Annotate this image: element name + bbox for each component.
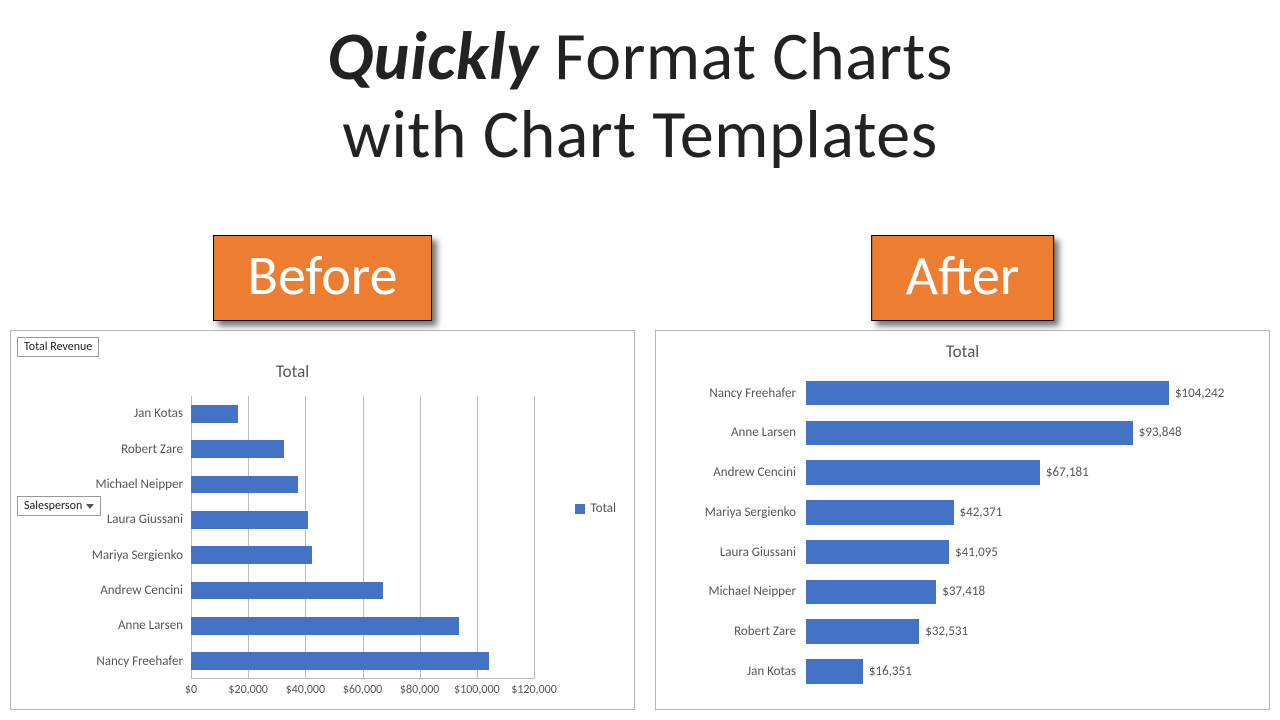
bar [806, 500, 954, 525]
bar-row: Andrew Cencini [191, 582, 534, 600]
bar-row: Anne Larsen [191, 617, 534, 635]
gridline [477, 396, 478, 679]
before-legend: Total [575, 501, 616, 516]
x-tick-label: $120,000 [511, 683, 557, 697]
category-label: Robert Zare [43, 440, 183, 458]
bar-row: Mariya Sergienko$42,371 [806, 500, 1189, 525]
gridline [534, 396, 535, 679]
bar-row: Robert Zare [191, 440, 534, 458]
after-column: After Total Nancy Freehafer$104,242Anne … [655, 235, 1270, 710]
pivot-field-values-label: Total Revenue [24, 340, 92, 354]
category-label: Andrew Cencini [43, 582, 183, 600]
category-label: Anne Larsen [656, 421, 796, 446]
after-chart-title: Total [656, 341, 1269, 362]
gridline [420, 396, 421, 679]
data-label: $67,181 [1040, 460, 1089, 485]
gridline [305, 396, 306, 679]
category-label: Michael Neipper [43, 476, 183, 494]
after-plot-area: Nancy Freehafer$104,242 Anne Larsen$93,84… [806, 376, 1189, 694]
category-label: Nancy Freehafer [43, 652, 183, 670]
category-label: Laura Giussani [656, 540, 796, 565]
bar [191, 617, 459, 635]
category-label: Laura Giussani [43, 511, 183, 529]
after-chart: Total Nancy Freehafer$104,242Anne Larsen… [655, 330, 1270, 710]
bar [806, 540, 949, 565]
x-tick-label: $20,000 [228, 683, 268, 697]
category-label: Anne Larsen [43, 617, 183, 635]
bar-row: Nancy Freehafer [191, 652, 534, 670]
bar-row: Laura Giussani$41,095 [806, 540, 1189, 565]
gridline [191, 396, 192, 679]
bar [191, 476, 298, 494]
headline-line1: Quickly Format Charts [0, 18, 1280, 96]
bar [191, 582, 383, 600]
data-label: $42,371 [954, 500, 1003, 525]
data-label: $37,418 [936, 580, 985, 605]
bar-row: Nancy Freehafer$104,242 [806, 381, 1189, 406]
category-label: Nancy Freehafer [656, 381, 796, 406]
headline-rest1: Format Charts [539, 15, 953, 98]
dropdown-icon [86, 504, 94, 509]
bar [806, 619, 919, 644]
before-chart-title: Total [71, 361, 514, 382]
category-label: Jan Kotas [43, 405, 183, 423]
data-label: $41,095 [949, 540, 998, 565]
bar [806, 659, 863, 684]
data-label: $32,531 [919, 619, 968, 644]
bar-row: Robert Zare$32,531 [806, 619, 1189, 644]
bar [806, 421, 1133, 446]
category-label: Andrew Cencini [656, 460, 796, 485]
data-label: $104,242 [1169, 381, 1224, 406]
category-label: Robert Zare [656, 619, 796, 644]
x-tick-label: $40,000 [286, 683, 326, 697]
pivot-field-values-button[interactable]: Total Revenue [17, 337, 99, 357]
data-label: $16,351 [863, 659, 912, 684]
bar-row: Mariya Sergienko [191, 546, 534, 564]
before-badge: Before [213, 235, 433, 321]
bar-row: Andrew Cencini$67,181 [806, 460, 1189, 485]
bar [191, 405, 238, 423]
x-tick-label: $60,000 [343, 683, 383, 697]
gridline [248, 396, 249, 679]
headline-line2: with Chart Templates [0, 96, 1280, 174]
bar [191, 546, 312, 564]
before-legend-label: Total [591, 501, 616, 516]
x-tick-label: $100,000 [454, 683, 500, 697]
bar-row: Michael Neipper [191, 476, 534, 494]
category-label: Jan Kotas [656, 659, 796, 684]
bar-row: Michael Neipper$37,418 [806, 580, 1189, 605]
category-label: Mariya Sergienko [656, 500, 796, 525]
legend-swatch-icon [575, 504, 585, 514]
bar-row: Jan Kotas$16,351 [806, 659, 1189, 684]
bar [806, 381, 1169, 406]
category-label: Mariya Sergienko [43, 546, 183, 564]
bar-row: Laura Giussani [191, 511, 534, 529]
x-tick-label: $80,000 [400, 683, 440, 697]
x-tick-label: $0 [185, 683, 197, 697]
bar [191, 440, 284, 458]
bar-row: Jan Kotas [191, 405, 534, 423]
before-plot-area: $0$20,000$40,000$60,000$80,000$100,000$1… [191, 396, 534, 679]
bar [806, 580, 936, 605]
bar-row: Anne Larsen$93,848 [806, 421, 1189, 446]
after-badge: After [871, 235, 1055, 321]
before-chart: Total Revenue Salesperson Total Total $0… [10, 330, 635, 710]
category-label: Michael Neipper [656, 580, 796, 605]
bar [191, 511, 308, 529]
bar [191, 652, 489, 670]
gridline [363, 396, 364, 679]
data-label: $93,848 [1133, 421, 1182, 446]
before-column: Before Total Revenue Salesperson Total T… [10, 235, 635, 710]
headline-emph: Quickly [327, 15, 538, 98]
headline: Quickly Format Charts with Chart Templat… [0, 0, 1280, 174]
bar [806, 460, 1040, 485]
